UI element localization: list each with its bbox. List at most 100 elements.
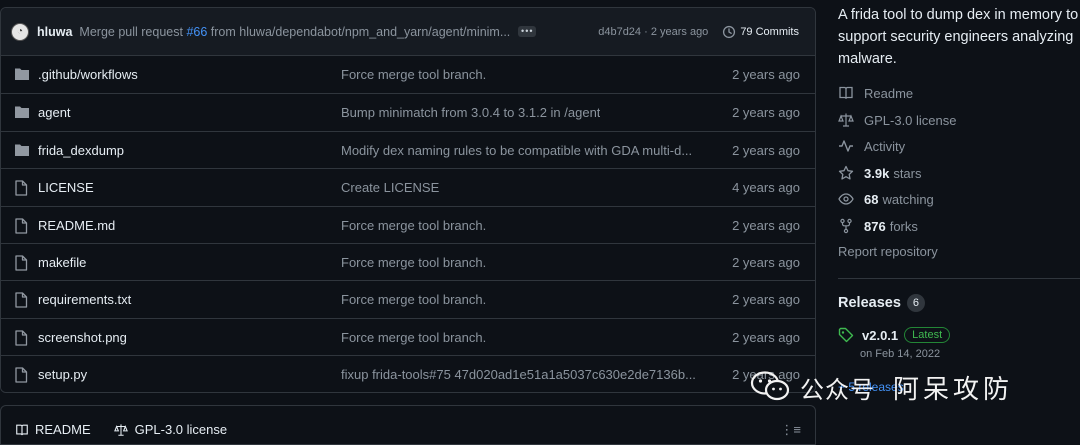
latest-commit-bar: ◔ hluwa Merge pull request #66 from hluw… <box>1 8 815 56</box>
readme-header: README GPL-3.0 license ⋮≡ <box>0 405 816 445</box>
scale-icon <box>838 113 854 127</box>
tag-icon <box>838 327 854 343</box>
file-commit-message[interactable]: Create LICENSE <box>341 180 439 195</box>
commit-sha-time[interactable]: d4b7d24 · 2 years ago <box>598 26 708 38</box>
file-name[interactable]: setup.py <box>38 367 87 382</box>
file-icon <box>14 255 28 274</box>
watching-label: watching <box>882 191 934 207</box>
tab-readme-label: README <box>35 422 91 437</box>
fork-icon <box>840 218 852 234</box>
file-icon <box>14 367 28 386</box>
wechat-watermark: 公众号 阿呆攻防 <box>750 369 1013 405</box>
file-commit-age: 4 years ago <box>732 180 800 196</box>
file-name[interactable]: screenshot.png <box>38 330 127 345</box>
releases-count-badge: 6 <box>906 294 925 312</box>
file-icon <box>14 292 28 311</box>
file-name[interactable]: makefile <box>38 255 86 270</box>
pr-link[interactable]: #66 <box>186 25 207 39</box>
file-row[interactable]: LICENSE Create LICENSE 4 years ago <box>1 168 815 206</box>
file-name[interactable]: .github/workflows <box>38 67 138 82</box>
latest-release[interactable]: v2.0.1 Latest <box>838 327 951 343</box>
commit-message-suffix: from hluwa/dependabot/npm_and_yarn/agent… <box>210 24 511 39</box>
outline-menu-button[interactable]: ⋮≡ <box>780 422 801 438</box>
releases-heading[interactable]: Releases 6 <box>838 294 925 312</box>
commit-message[interactable]: Merge pull request #66 from hluwa/depend… <box>79 25 510 39</box>
releases-title: Releases <box>838 295 901 311</box>
activity-link[interactable]: Activity <box>838 138 905 154</box>
file-row[interactable]: agent Bump minimatch from 3.0.4 to 3.1.2 … <box>1 93 815 131</box>
eye-icon <box>838 193 854 205</box>
file-commit-age: 2 years ago <box>732 67 800 82</box>
commit-author[interactable]: hluwa <box>37 25 72 39</box>
commits-link[interactable]: 79 Commits <box>722 25 799 39</box>
folder-icon <box>14 143 30 160</box>
latest-badge: Latest <box>904 327 951 343</box>
author-avatar[interactable]: ◔ <box>11 22 29 41</box>
file-row[interactable]: setup.py fixup frida-tools#75 47d020ad1e5… <box>1 355 815 392</box>
file-list: ◔ hluwa Merge pull request #66 from hluw… <box>0 7 816 393</box>
watching-count: 68 <box>864 191 879 207</box>
file-commit-age: 2 years ago <box>732 142 800 158</box>
file-commit-age: 2 years ago <box>732 105 800 121</box>
file-commit-message[interactable]: Force merge tool branch. <box>341 330 486 345</box>
activity-label: Activity <box>864 138 906 154</box>
file-row[interactable]: makefile Force merge tool branch. 2 years … <box>1 242 815 281</box>
forks-link[interactable]: 876 forks <box>838 218 918 234</box>
stars-label: stars <box>893 165 922 181</box>
watermark-text-a: 公众号 <box>800 376 875 404</box>
stars-count: 3.9k <box>864 165 890 181</box>
file-commit-age: 2 years ago <box>732 217 800 233</box>
about-description: A frida tool to dump dex in memory to su… <box>838 7 1079 67</box>
watermark-text-b: 阿呆攻防 <box>893 373 1014 404</box>
folder-icon <box>14 67 30 84</box>
tab-license-label: GPL-3.0 license <box>134 422 228 437</box>
file-commit-message[interactable]: fixup frida-tools#75 47d020ad1e51a1a5037… <box>341 367 696 382</box>
star-icon <box>838 165 854 180</box>
file-row[interactable]: requirements.txt Force merge tool branch.… <box>1 280 815 318</box>
file-row[interactable]: screenshot.png Force merge tool branch. 2 … <box>1 317 815 356</box>
file-icon <box>14 330 28 349</box>
watching-link[interactable]: 68 watching <box>838 191 934 207</box>
file-commit-message[interactable]: Force merge tool branch. <box>341 218 486 233</box>
commits-count: 79 Commits <box>740 25 799 38</box>
stars-link[interactable]: 3.9k stars <box>838 165 921 181</box>
file-commit-age: 2 years ago <box>732 292 800 308</box>
history-icon <box>722 25 740 39</box>
license-label: GPL-3.0 license <box>864 112 957 128</box>
release-version: v2.0.1 <box>862 327 899 343</box>
file-icon <box>14 180 28 199</box>
scale-icon <box>113 423 128 436</box>
file-name[interactable]: README.md <box>38 218 115 233</box>
file-commit-age: 2 years ago <box>732 329 800 345</box>
file-commit-age: 2 years ago <box>732 254 800 270</box>
pulse-icon <box>839 140 853 152</box>
file-name[interactable]: requirements.txt <box>38 292 131 307</box>
commit-message-prefix: Merge pull request <box>79 24 183 39</box>
folder-icon <box>14 105 30 122</box>
readme-link[interactable]: Readme <box>838 85 913 101</box>
file-icon <box>14 217 28 237</box>
file-name[interactable]: LICENSE <box>38 180 94 195</box>
file-name[interactable]: agent <box>38 105 71 120</box>
file-commit-message[interactable]: Force merge tool branch. <box>341 255 486 270</box>
license-link[interactable]: GPL-3.0 license <box>838 112 957 128</box>
report-repository-link[interactable]: Report repository <box>838 244 938 259</box>
file-commit-message[interactable]: Modify dex naming rules to be compatible… <box>341 143 692 158</box>
file-commit-message[interactable]: Force merge tool branch. <box>341 292 486 307</box>
forks-count: 876 <box>864 218 886 234</box>
file-row[interactable]: README.md Force merge tool branch. 2 years… <box>1 205 815 243</box>
file-row[interactable]: .github/workflows Force merge tool branch… <box>1 56 815 94</box>
wechat-logo-icon <box>750 370 790 405</box>
expand-commit-button[interactable]: ••• <box>518 26 537 37</box>
file-commit-message[interactable]: Bump minimatch from 3.0.4 to 3.1.2 in /a… <box>341 105 600 120</box>
file-commit-message[interactable]: Force merge tool branch. <box>341 67 486 82</box>
file-name[interactable]: frida_dexdump <box>38 143 124 158</box>
tab-license[interactable]: GPL-3.0 license <box>113 422 228 437</box>
readme-label: Readme <box>864 85 914 101</box>
file-row[interactable]: frida_dexdump Modify dex naming rules to … <box>1 130 815 169</box>
release-date: on Feb 14, 2022 <box>860 348 941 360</box>
forks-label: forks <box>889 218 918 234</box>
book-icon <box>839 86 853 99</box>
tab-readme[interactable]: README <box>15 422 91 437</box>
book-icon <box>16 424 28 435</box>
